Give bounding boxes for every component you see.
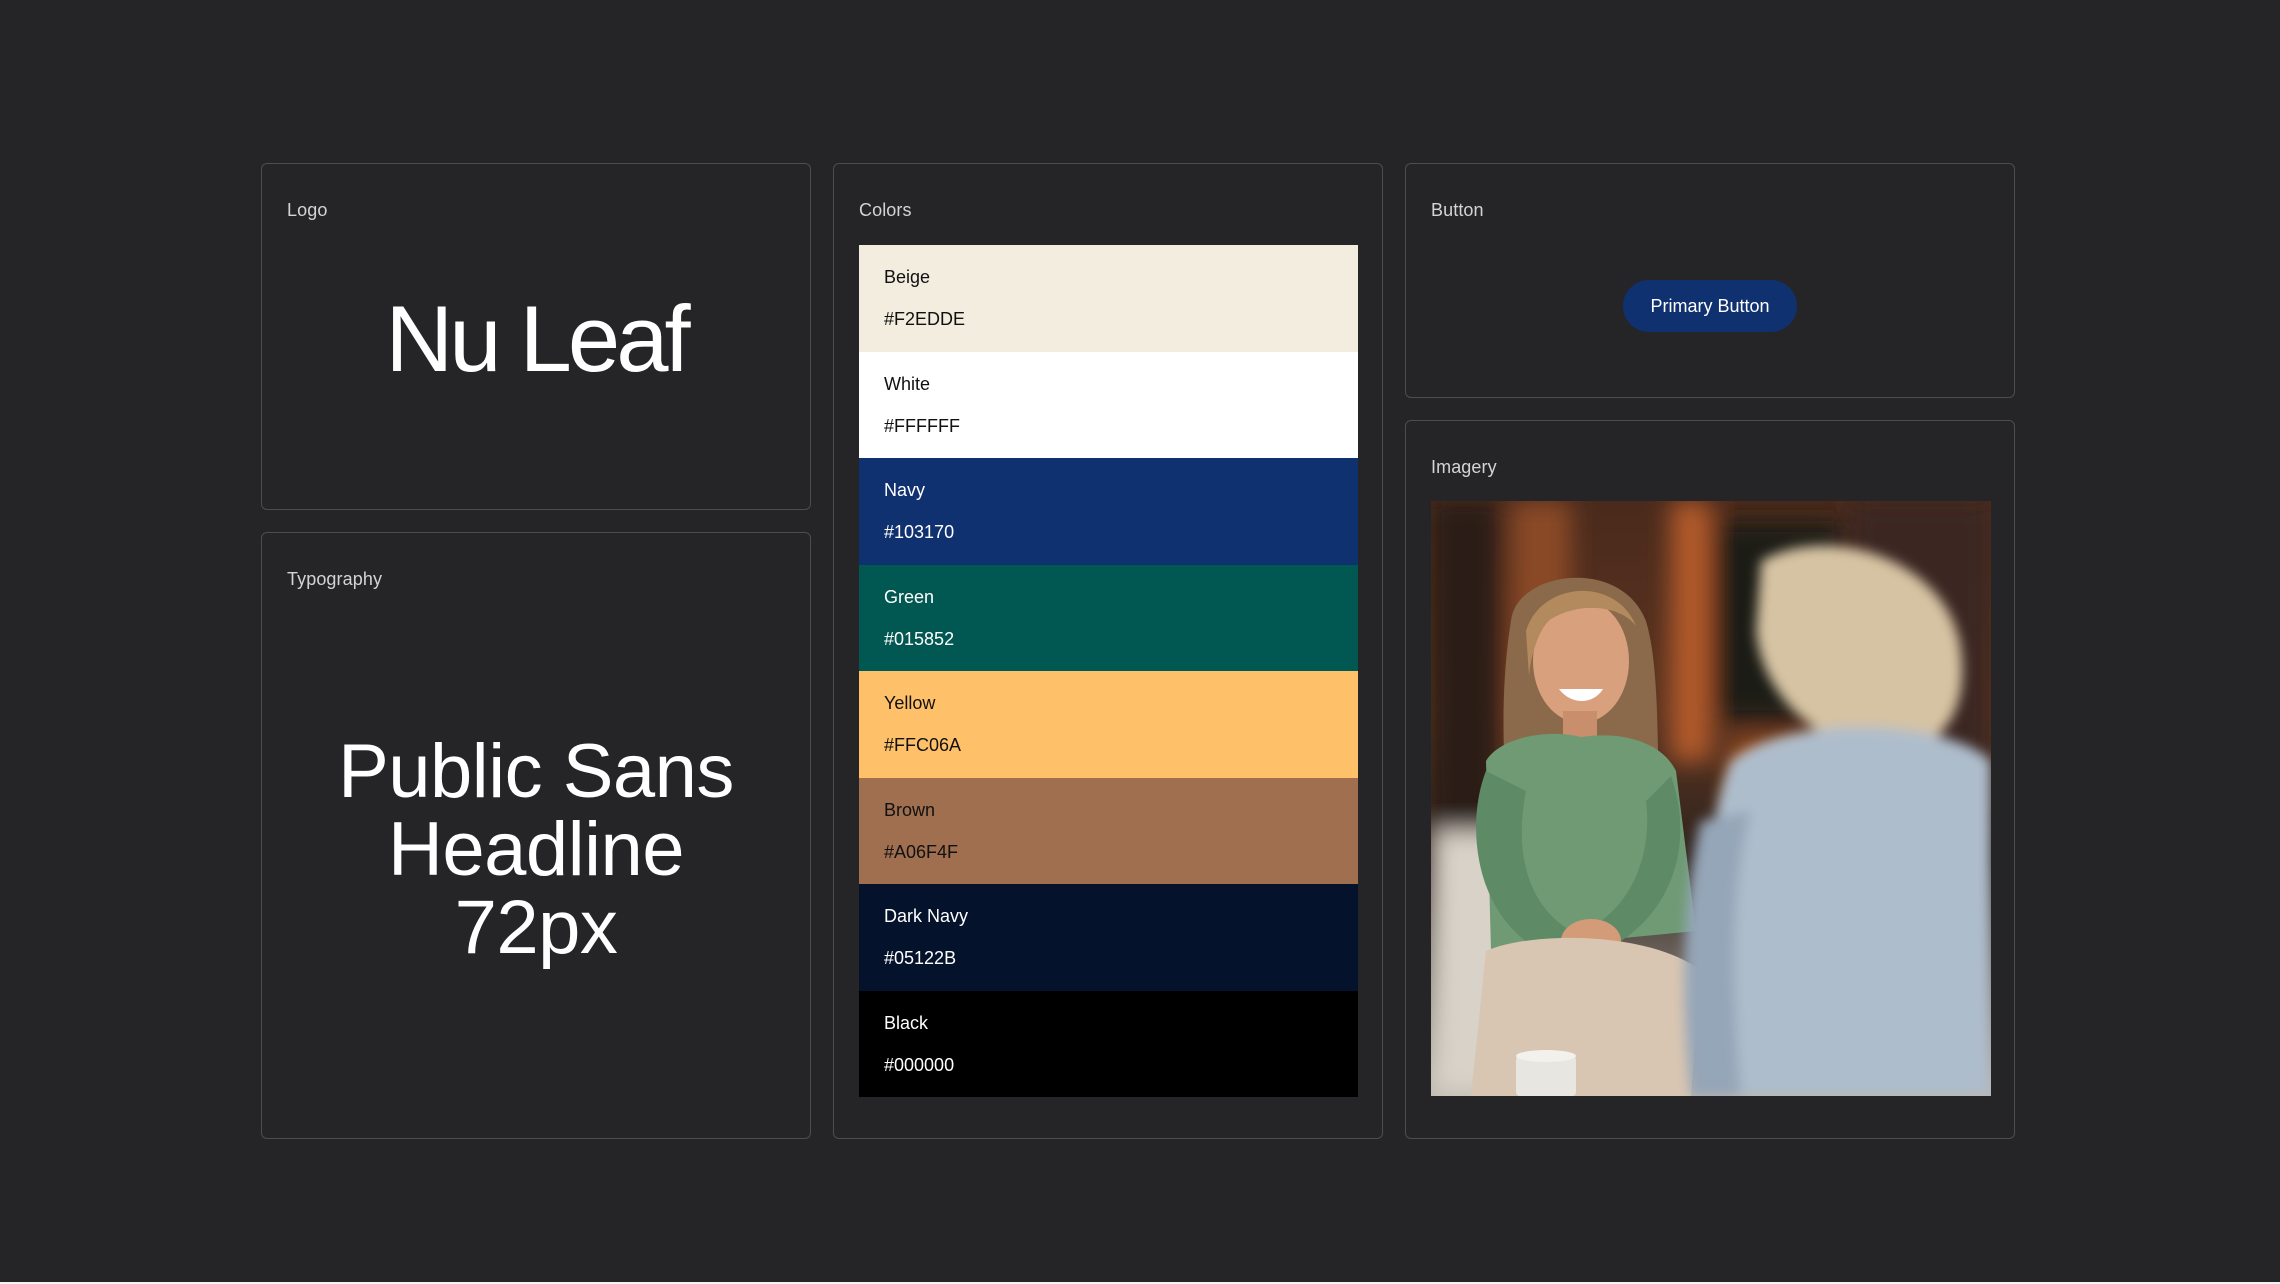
typography-sample-line: Headline	[388, 807, 685, 892]
swatch-hex: #05122B	[884, 948, 957, 968]
swatch-name: Yellow	[884, 693, 936, 713]
primary-button[interactable]: Primary Button	[1623, 280, 1797, 332]
swatch-name: Black	[884, 1012, 929, 1033]
photo-illustration	[1431, 501, 1991, 1096]
swatch-name: Dark Navy	[884, 906, 969, 926]
swatch-hex: #103170	[884, 522, 955, 542]
color-swatch-list: Beige #F2EDDE White #FFFFFF Navy #103170…	[859, 245, 1358, 1097]
button-card: Button Primary Button	[1405, 163, 2015, 398]
color-swatch-navy: Navy #103170	[859, 458, 1358, 565]
swatch-hex: #015852	[884, 628, 955, 649]
color-swatch-white: White #FFFFFF	[859, 351, 1358, 458]
swatch-hex: #FFFFFF	[884, 415, 960, 436]
color-swatch-brown: Brown #A06F4F	[859, 777, 1358, 884]
swatch-hex: #000000	[884, 1054, 955, 1075]
color-swatch-green: Green #015852	[859, 564, 1358, 671]
swatch-name: Green	[884, 586, 935, 607]
imagery-card-label: Imagery	[1431, 457, 1497, 477]
color-swatch-yellow: Yellow #FFC06A	[859, 671, 1358, 778]
color-swatch-beige: Beige #F2EDDE	[859, 245, 1358, 352]
logo-wordmark: Nu Leaf	[385, 286, 690, 391]
typography-card-label: Typography	[287, 569, 383, 589]
colors-card-label: Colors	[859, 200, 912, 220]
typography-sample-line: 72px	[454, 885, 618, 970]
color-swatch-dark-navy: Dark Navy #05122B	[859, 884, 1358, 991]
swatch-name: White	[884, 373, 931, 394]
colors-card: Colors Beige #F2EDDE White #FFFFFF Navy …	[833, 163, 1383, 1139]
logo-card: Logo Nu Leaf	[261, 163, 811, 510]
swatch-hex: #FFC06A	[884, 735, 962, 755]
button-card-label: Button	[1431, 200, 1484, 220]
swatch-hex: #A06F4F	[884, 841, 959, 862]
imagery-photo	[1431, 501, 1991, 1096]
typography-sample: Public Sans Headline 72px	[262, 733, 810, 967]
typography-sample-line: Public Sans	[338, 729, 734, 814]
swatch-name: Navy	[884, 480, 926, 500]
typography-card: Typography Public Sans Headline 72px	[261, 532, 811, 1139]
logo-card-label: Logo	[287, 200, 328, 220]
imagery-card: Imagery	[1405, 420, 2015, 1139]
swatch-name: Brown	[884, 799, 936, 820]
color-swatch-black: Black #000000	[859, 990, 1358, 1097]
swatch-hex: #F2EDDE	[884, 309, 966, 329]
swatch-name: Beige	[884, 267, 931, 287]
